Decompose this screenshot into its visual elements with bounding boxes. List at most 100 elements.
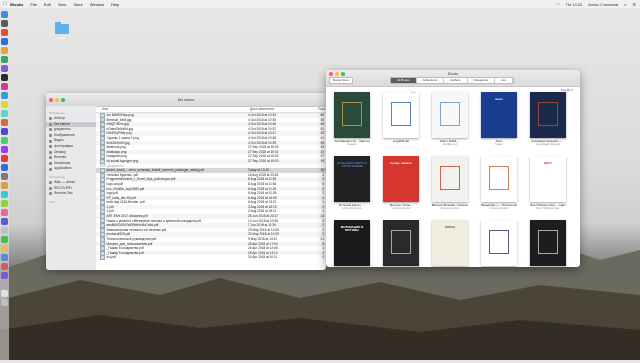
- dock-app-icon[interactable]: [1, 236, 8, 243]
- dock-app-icon[interactable]: [1, 65, 8, 72]
- book-item[interactable]: Вальтер Фельман - Красное Unknown Author: [428, 156, 472, 210]
- menu-help[interactable]: Help: [111, 2, 119, 7]
- clock[interactable]: Пн 13:22: [566, 2, 582, 7]
- dock-app-icon[interactable]: [1, 155, 8, 162]
- book-cover[interactable]: ЦВЕТ: [530, 156, 566, 202]
- dock-app-icon[interactable]: [1, 218, 8, 225]
- menu-list-icon[interactable]: ☰: [632, 2, 636, 7]
- dock-app-icon[interactable]: [1, 200, 8, 207]
- book-item[interactable]: КОРАНКОРАН: [428, 220, 472, 267]
- book-item[interactable]: Супер- память Быстрее. Точне... Unknown Au…: [379, 156, 423, 210]
- book-item[interactable]: Архимандрит Ал... (Шести) Андрей: [330, 92, 374, 146]
- books-titlebar[interactable]: iBooks Books Store All Books Collections A…: [326, 70, 580, 87]
- dock-app-icon[interactable]: [1, 191, 8, 198]
- menu-app[interactable]: iBooks: [10, 2, 23, 7]
- dock-app-icon[interactable]: [1, 83, 8, 90]
- book-item[interactable]: Dolzni_Buddi_... Неизвестно: [428, 92, 472, 146]
- book-item[interactable]: МОТИВАЦИЯ И МОТИВЫМОТИВАЦИЯ И МОТИВЫ: [330, 220, 374, 267]
- book-cover[interactable]: [432, 92, 468, 138]
- apple-menu-icon[interactable]: : [0, 1, 10, 7]
- dock-app-icon[interactable]: [1, 227, 8, 234]
- menu-window[interactable]: Window: [90, 2, 104, 7]
- dock-app-icon[interactable]: [1, 38, 8, 45]
- dock-app-icon[interactable]: [1, 128, 8, 135]
- dock-app-icon[interactable]: [1, 29, 8, 36]
- book-cover[interactable]: [383, 220, 419, 266]
- book-author: Фон Гэбриэль Хаус: [536, 207, 560, 210]
- dock-app-icon[interactable]: [1, 299, 8, 306]
- disk-icon: [49, 186, 52, 190]
- dock-app-icon[interactable]: [1, 56, 8, 63]
- book-cover[interactable]: Супер- память: [383, 156, 419, 202]
- sidebar-device-item[interactable]: Remote Disc: [49, 191, 96, 197]
- column-name[interactable]: Имя: [102, 106, 250, 112]
- dock-app-icon[interactable]: [1, 110, 8, 117]
- dock-app-icon[interactable]: [1, 254, 8, 261]
- dock-app-icon[interactable]: [1, 47, 8, 54]
- tab-all-books[interactable]: All Books: [391, 78, 417, 83]
- book-cover[interactable]: [481, 220, 517, 266]
- dock-app-icon[interactable]: [1, 164, 8, 171]
- dock-app-icon[interactable]: [1, 245, 8, 252]
- book-item[interactable]: ЦВЕТ Фон Гэбриэль Хаус — Цвет Фон Гэбриэль…: [526, 156, 570, 210]
- desktop-folder[interactable]: папка: [54, 22, 70, 40]
- column-size[interactable]: Разм.: [312, 106, 326, 112]
- book-item[interactable]: [379, 220, 423, 266]
- book-item[interactable]: [477, 220, 521, 266]
- tab-authors[interactable]: Authors: [444, 78, 468, 83]
- cover-art: [489, 230, 509, 254]
- tab-collections[interactable]: Collections: [416, 78, 445, 83]
- tab-categories[interactable]: Categories: [467, 78, 496, 83]
- book-cover[interactable]: [530, 92, 566, 138]
- dock-app-icon[interactable]: [1, 272, 8, 279]
- dock-app-icon[interactable]: [1, 281, 8, 288]
- dock-app-icon[interactable]: [1, 20, 8, 27]
- dock-app-icon[interactable]: [1, 92, 8, 99]
- book-item[interactable]: БОЛЬШАЯ КНИГА О ФОТОГРАФИИ Большая книга …: [330, 156, 374, 210]
- finder-titlebar[interactable]: без имени: [46, 93, 326, 107]
- dock-app-icon[interactable]: [1, 182, 8, 189]
- user-name[interactable]: Алекс Степанов: [588, 2, 618, 7]
- column-date[interactable]: Дата изменения: [250, 106, 312, 112]
- book-cover[interactable]: [334, 92, 370, 138]
- books-store-button[interactable]: Books Store: [329, 77, 354, 84]
- sidebar-item[interactable]: Applications: [49, 166, 96, 172]
- dock-app-icon[interactable]: [1, 11, 8, 18]
- dock-app-icon[interactable]: [1, 173, 8, 180]
- menu-store[interactable]: Store: [73, 2, 83, 7]
- book-cover[interactable]: PDF: [383, 92, 419, 138]
- dock-app-icon[interactable]: [1, 290, 8, 297]
- menu-view[interactable]: View: [58, 2, 67, 7]
- wifi-icon[interactable]: ◠: [556, 2, 560, 7]
- book-item[interactable]: Ванадзёйд ч — Психология Unknown Author: [477, 156, 521, 210]
- library-tabs: All Books Collections Authors Categories Lis…: [390, 77, 514, 84]
- book-cover[interactable]: МОТИВАЦИЯ И МОТИВЫ: [334, 220, 370, 266]
- book-cover[interactable]: [530, 220, 566, 266]
- dock-app-icon[interactable]: [1, 263, 8, 270]
- book-cover-text: Супер- память: [390, 161, 412, 165]
- book-author: Unknown Author: [440, 207, 460, 210]
- book-item[interactable]: [526, 220, 570, 266]
- book-item[interactable]: PDF ecgyt036.pdf: [379, 92, 423, 143]
- dock-app-icon[interactable]: [1, 74, 8, 81]
- book-cover[interactable]: [481, 156, 517, 202]
- book-cover[interactable]: Ашот: [481, 92, 517, 138]
- menu-edit[interactable]: Edit: [44, 2, 51, 7]
- book-item[interactable]: Александр Одинцов — … Александр Одинцов: [526, 92, 570, 146]
- book-cover[interactable]: КОРАН: [432, 220, 468, 266]
- book-item[interactable]: Ашот Ашот Талант: [477, 92, 521, 146]
- spotlight-icon[interactable]: ⌕: [624, 2, 626, 7]
- dock-app-icon[interactable]: [1, 101, 8, 108]
- file-row[interactable]: vk-social-logotype.png 27 Sep 2018 at 15:…: [96, 158, 326, 164]
- menu-file[interactable]: File: [30, 2, 36, 7]
- tab-list[interactable]: List: [495, 78, 513, 83]
- book-author: Unknown Author: [342, 207, 362, 210]
- book-cover[interactable]: БОЛЬШАЯ КНИГА О ФОТОГРАФИИ: [334, 156, 370, 202]
- dock-app-icon[interactable]: [1, 146, 8, 153]
- book-cover[interactable]: [432, 156, 468, 202]
- dock-app-icon[interactable]: [1, 209, 8, 216]
- dock-app-icon[interactable]: [1, 119, 8, 126]
- dock-app-icon[interactable]: [1, 137, 8, 144]
- file-row[interactable]: ucl.pdf 20 Apr 2018 at 10:11 3: [96, 255, 326, 260]
- book-author: Unknown Author: [391, 207, 411, 210]
